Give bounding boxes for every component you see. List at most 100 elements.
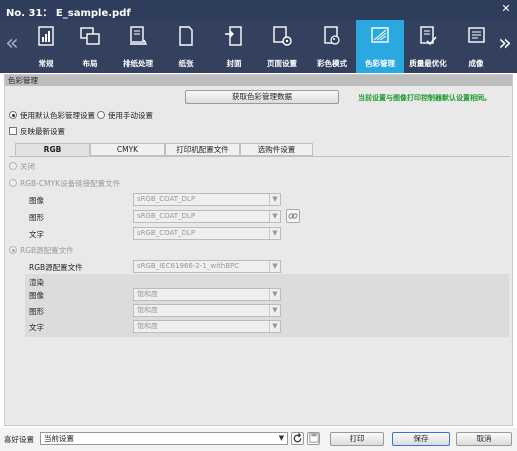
- link-profile-label: RGB-CMYK设备链接配置文件: [20, 179, 121, 188]
- tool-label: 质量最优化: [409, 59, 447, 68]
- close-icon[interactable]: ✕: [499, 2, 513, 16]
- tool-paper[interactable]: 纸张: [162, 20, 210, 73]
- chevron-down-icon: ▼: [269, 289, 280, 300]
- chevron-down-icon: ▼: [269, 321, 280, 332]
- tool-label: 封面: [226, 59, 242, 68]
- select-value: 当前设置: [44, 434, 74, 443]
- render-row-label: 图像: [29, 291, 44, 300]
- link-row-label: 文字: [29, 230, 44, 239]
- cover-icon: [225, 26, 242, 46]
- tab-option-settings[interactable]: 选购件设置: [240, 143, 313, 156]
- save-preset-icon[interactable]: [307, 432, 320, 445]
- chevron-down-icon: ▼: [269, 261, 280, 272]
- select-value: 饱和度: [137, 322, 158, 330]
- select-value: sRGB_COAT_DLP: [137, 212, 196, 220]
- tool-cover[interactable]: 封面: [210, 20, 258, 73]
- select-value: 饱和度: [137, 290, 158, 298]
- manual-settings-radio[interactable]: [97, 111, 105, 119]
- function-toolbar: « 常规 布局 排纸处理 纸张 封面 页面设置 彩色模式 色彩管理 质量最优化 …: [0, 20, 517, 73]
- tool-label: 排纸处理: [123, 59, 153, 68]
- general-icon: [38, 26, 54, 46]
- render-text-select[interactable]: 饱和度 ▼: [133, 320, 281, 333]
- page-setup-icon: [273, 26, 292, 46]
- manual-settings-label: 使用手动设置: [108, 111, 153, 120]
- refresh-glyph: [293, 433, 302, 443]
- imaging-icon: [468, 27, 485, 43]
- settings-tabs: RGB CMYK 打印机配置文件 选购件设置: [15, 143, 313, 156]
- preference-label: 喜好设置: [4, 435, 34, 444]
- render-image-select[interactable]: 饱和度 ▼: [133, 288, 281, 301]
- quality-icon: [420, 26, 437, 46]
- select-value: sRGB_IEC61966-2-1_withBPC: [137, 262, 240, 270]
- rendering-group: 渲染 图像 饱和度 ▼ 图形 饱和度 ▼ 文字 饱和度 ▼: [25, 274, 509, 337]
- scroll-right-icon[interactable]: »: [495, 30, 515, 60]
- render-graphics-select[interactable]: 饱和度 ▼: [133, 304, 281, 317]
- print-button[interactable]: 打印: [330, 432, 384, 446]
- title-bar: No. 31： E_sample.pdf ✕: [0, 0, 517, 20]
- tool-imaging[interactable]: 成像: [452, 20, 500, 73]
- source-profile-select[interactable]: sRGB_IEC61966-2-1_withBPC ▼: [133, 260, 281, 273]
- source-profile-row-label: RGB源配置文件: [29, 263, 83, 272]
- render-row-label: 文字: [29, 323, 44, 332]
- tab-cmyk[interactable]: CMYK: [90, 143, 165, 156]
- source-profile-label: RGB源配置文件: [20, 246, 74, 255]
- refresh-icon[interactable]: [291, 432, 304, 445]
- output-icon: [130, 26, 148, 45]
- tool-label: 彩色模式: [317, 59, 347, 68]
- tool-general[interactable]: 常规: [22, 20, 70, 73]
- get-color-data-button[interactable]: 获取色彩管理数据: [185, 90, 339, 104]
- default-settings-label: 使用默认色彩管理设置: [20, 111, 95, 120]
- preference-select[interactable]: 当前设置 ▼: [40, 432, 288, 445]
- chevron-down-icon: ▼: [278, 434, 285, 442]
- tool-label: 色彩管理: [365, 59, 395, 68]
- reflect-latest-checkbox[interactable]: [9, 127, 17, 135]
- tool-color-management[interactable]: 色彩管理: [356, 20, 404, 73]
- tool-label: 页面设置: [267, 59, 297, 68]
- window-title: No. 31： E_sample.pdf: [6, 8, 131, 19]
- tool-quality[interactable]: 质量最优化: [404, 20, 452, 73]
- tab-printer-profile[interactable]: 打印机配置文件: [165, 143, 240, 156]
- save-button[interactable]: 保存: [392, 432, 450, 446]
- source-profile-radio[interactable]: [9, 246, 17, 254]
- settings-note: 当前设置与图像打印控制器默认设置相同。: [358, 94, 491, 102]
- link-image-select[interactable]: sRGB_COAT_DLP ▼: [133, 193, 281, 206]
- section-title: 色彩管理: [5, 75, 512, 86]
- select-value: sRGB_COAT_DLP: [137, 195, 196, 203]
- tool-page-setup[interactable]: 页面设置: [258, 20, 306, 73]
- floppy-disk-icon: [308, 433, 319, 443]
- tool-layout[interactable]: 布局: [66, 20, 114, 73]
- color-management-icon: [371, 27, 389, 43]
- rendering-title: 渲染: [29, 278, 44, 287]
- default-settings-radio[interactable]: [9, 111, 17, 119]
- chevron-down-icon: ▼: [269, 194, 280, 205]
- color-management-panel: 色彩管理 获取色彩管理数据 当前设置与图像打印控制器默认设置相同。 使用默认色彩…: [4, 74, 513, 426]
- layout-icon: [80, 27, 100, 45]
- render-row-label: 图形: [29, 307, 44, 316]
- tool-color-mode[interactable]: 彩色模式: [308, 20, 356, 73]
- link-text-select[interactable]: sRGB_COAT_DLP ▼: [133, 227, 281, 240]
- chain-link-icon: [288, 213, 298, 219]
- cancel-button[interactable]: 取消: [456, 432, 512, 446]
- link-profile-radio[interactable]: [9, 179, 17, 187]
- chevron-down-icon: ▼: [269, 228, 280, 239]
- tool-output[interactable]: 排纸处理: [114, 20, 162, 73]
- link-icon[interactable]: [286, 209, 300, 223]
- color-mode-icon: [324, 26, 340, 45]
- footer-bar: 喜好设置 当前设置 ▼ 打印 保存 取消: [0, 428, 517, 451]
- tab-rgb[interactable]: RGB: [15, 143, 90, 156]
- select-value: 饱和度: [137, 306, 158, 314]
- tool-label: 常规: [38, 59, 54, 68]
- chevron-down-icon: ▼: [269, 211, 280, 222]
- link-graphics-select[interactable]: sRGB_COAT_DLP ▼: [133, 210, 281, 223]
- tool-label: 布局: [82, 59, 98, 68]
- off-radio[interactable]: [9, 162, 17, 170]
- reflect-latest-label: 反映最新设置: [20, 127, 65, 136]
- scroll-left-icon[interactable]: «: [2, 30, 22, 60]
- tool-label: 成像: [468, 59, 484, 68]
- chevron-down-icon: ▼: [269, 305, 280, 316]
- paper-icon: [179, 26, 193, 46]
- link-row-label: 图形: [29, 213, 44, 222]
- tool-label: 纸张: [178, 59, 194, 68]
- select-value: sRGB_COAT_DLP: [137, 229, 196, 237]
- link-row-label: 图像: [29, 196, 44, 205]
